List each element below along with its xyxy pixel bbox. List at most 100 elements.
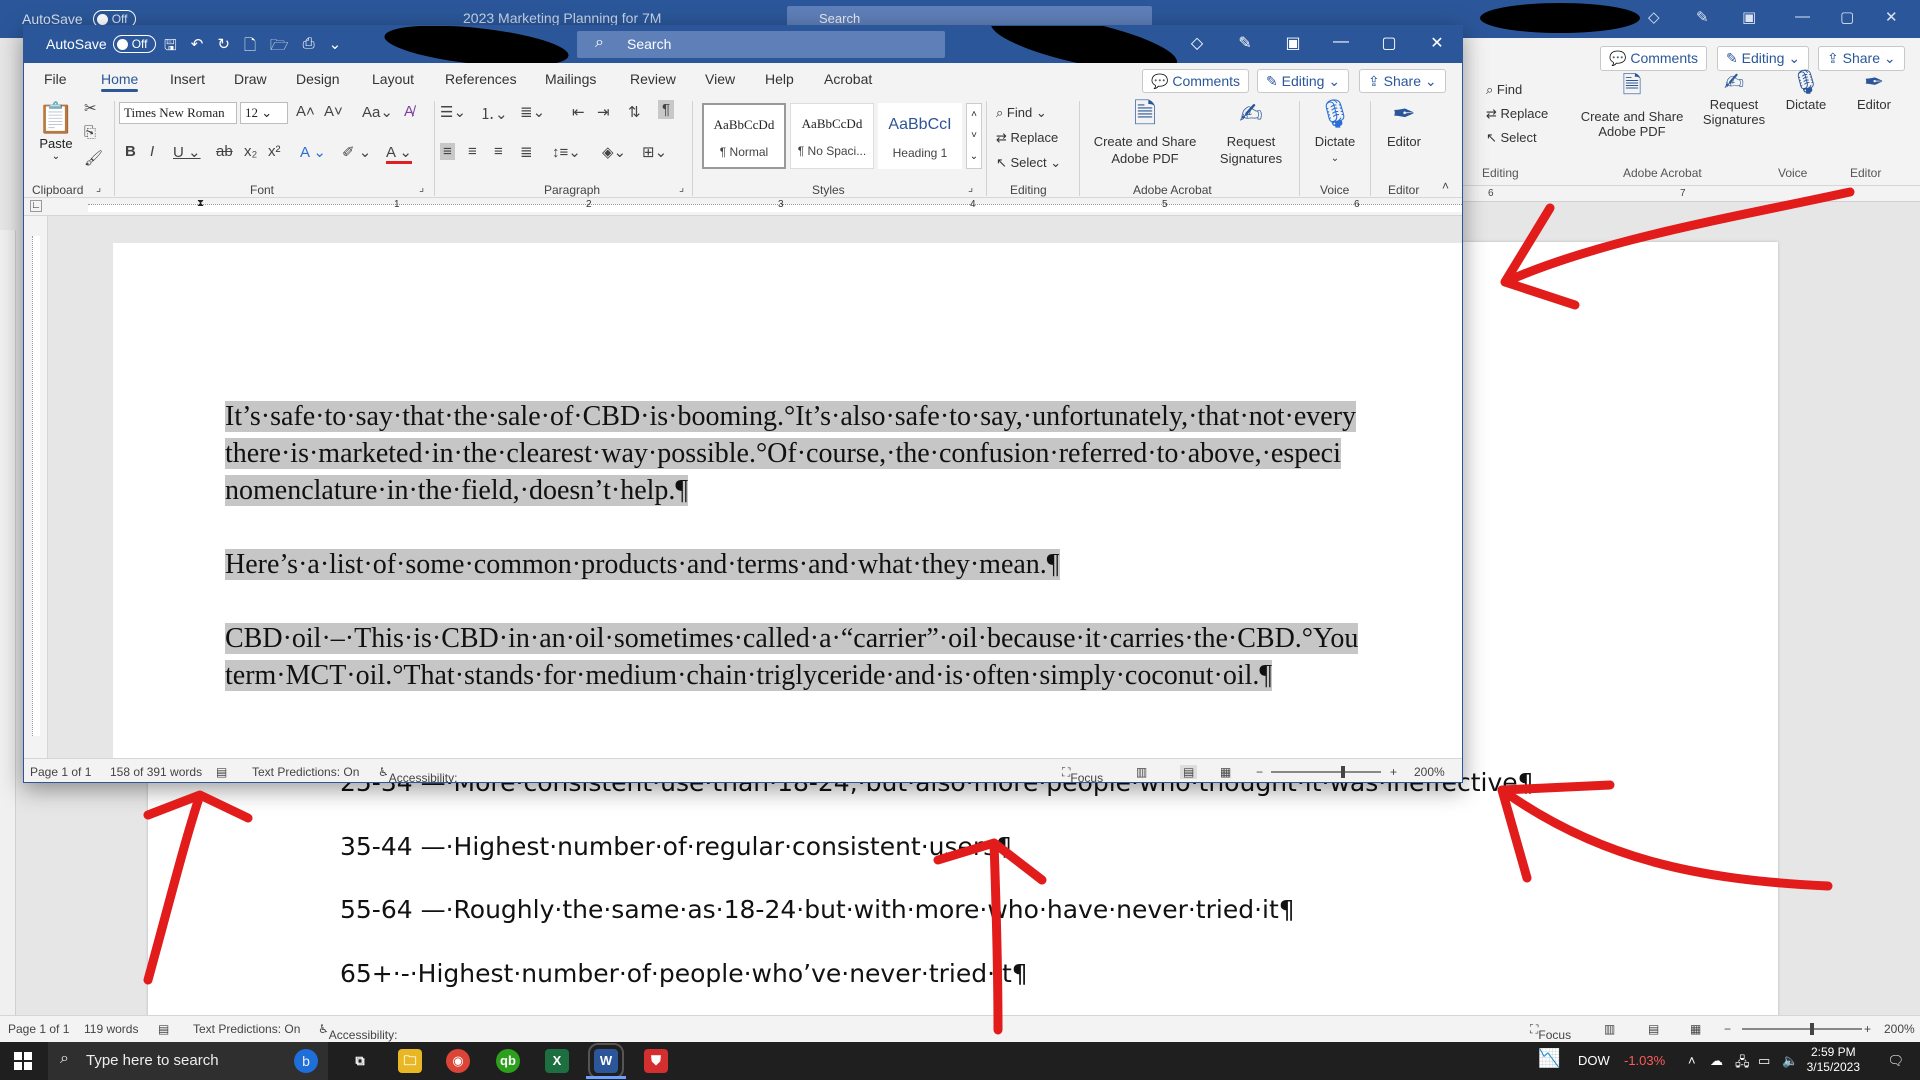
- display-icon[interactable]: ▭: [1758, 1053, 1770, 1069]
- background-replace-button[interactable]: ⇄ Replace: [1486, 106, 1548, 122]
- pen-icon[interactable]: ✎: [1234, 33, 1256, 53]
- redo-icon[interactable]: ↻: [217, 35, 230, 60]
- shrink-font-icon[interactable]: A˅: [324, 103, 343, 120]
- accessibility-status[interactable]: ♿ Accessibility: Good to go: [378, 765, 457, 782]
- autosave-toggle[interactable]: Off: [112, 35, 156, 53]
- tab-mailings[interactable]: Mailings: [545, 71, 596, 87]
- background-read-mode-icon[interactable]: ▥: [1604, 1022, 1615, 1036]
- stock-change[interactable]: -1.03%: [1624, 1053, 1665, 1068]
- cut-icon[interactable]: ✂: [84, 99, 97, 117]
- background-zoom-level[interactable]: 200%: [1884, 1022, 1915, 1036]
- close-icon[interactable]: ✕: [1426, 33, 1448, 53]
- background-ruler[interactable]: 6 7: [1460, 186, 1920, 202]
- font-color-icon[interactable]: A ⌄: [386, 143, 412, 164]
- styles-scroll[interactable]: ˄ ˅ ⌄: [966, 103, 982, 169]
- autosave-control[interactable]: AutoSave Off: [46, 35, 156, 53]
- background-page-count[interactable]: Page 1 of 1: [8, 1022, 69, 1036]
- background-proofing-icon[interactable]: ▤: [158, 1022, 169, 1036]
- background-word-count[interactable]: 119 words: [84, 1022, 138, 1036]
- clipboard-launcher-icon[interactable]: ⌟: [96, 181, 101, 194]
- background-layout-icon[interactable]: ▣: [1742, 8, 1756, 26]
- strikethrough-icon[interactable]: ab: [216, 143, 233, 160]
- document-canvas[interactable]: It’s·safe·to·say·that·the·sale·of·CBD·is…: [48, 216, 1462, 759]
- undo-icon[interactable]: ↶: [191, 35, 204, 60]
- doc-paragraph-2[interactable]: Here’s·a·list·of·some·common·products·an…: [225, 546, 1060, 583]
- print-layout-icon[interactable]: ▤: [1180, 765, 1198, 779]
- tray-expand-icon[interactable]: ˄: [1688, 1053, 1696, 1068]
- editor-button[interactable]: ✒ Editor: [1376, 95, 1432, 150]
- tab-selector-icon[interactable]: ∟: [30, 200, 42, 212]
- document-page[interactable]: It’s·safe·to·say·that·the·sale·of·CBD·is…: [113, 243, 1462, 759]
- font-name-dropdown[interactable]: Times New Roman: [119, 102, 237, 124]
- background-editor-button[interactable]: ✒ Editor: [1834, 68, 1914, 112]
- tab-help[interactable]: Help: [765, 71, 794, 87]
- increase-indent-icon[interactable]: ⇥: [597, 103, 610, 121]
- volume-icon[interactable]: 🔈: [1782, 1053, 1798, 1069]
- background-print-layout-icon[interactable]: ▤: [1648, 1022, 1659, 1036]
- sort-icon[interactable]: ⇅: [628, 103, 641, 121]
- diamond-icon[interactable]: ◇: [1186, 33, 1208, 53]
- stock-chart-icon[interactable]: 📉: [1538, 1048, 1560, 1069]
- minimize-icon[interactable]: —: [1330, 33, 1352, 53]
- dictate-button[interactable]: 🎙 Dictate ⌄: [1304, 95, 1366, 167]
- doc-paragraph-3-line-2[interactable]: term·MCT·oil.°That·stands·for·medium·cha…: [225, 657, 1273, 694]
- customize-toolbar-icon[interactable]: ⌄: [329, 35, 342, 60]
- decrease-indent-icon[interactable]: ⇤: [572, 103, 585, 121]
- highlight-color-icon[interactable]: ✐ ⌄: [342, 143, 371, 161]
- open-folder-icon[interactable]: 🗁: [270, 35, 289, 60]
- subscript-icon[interactable]: x₂: [244, 143, 257, 160]
- tab-references[interactable]: References: [445, 71, 517, 87]
- tab-design[interactable]: Design: [296, 71, 340, 87]
- task-view-icon[interactable]: ⧉: [348, 1049, 372, 1073]
- windows-start-icon[interactable]: [14, 1052, 32, 1070]
- focus-button[interactable]: ⛶ Focus: [1062, 765, 1103, 782]
- read-mode-icon[interactable]: ▥: [1136, 765, 1147, 779]
- tab-insert[interactable]: Insert: [170, 71, 205, 87]
- acrobat-icon[interactable]: ⛊: [644, 1049, 668, 1073]
- background-select-button[interactable]: ↖ Select: [1486, 130, 1537, 146]
- background-zoom-in-icon[interactable]: +: [1864, 1022, 1871, 1036]
- style-normal[interactable]: AaBbCcDd ¶ Normal: [702, 103, 786, 169]
- borders-icon[interactable]: ⊞⌄: [642, 143, 667, 161]
- page-count[interactable]: Page 1 of 1: [30, 765, 91, 779]
- background-find-button[interactable]: ⌕ Find: [1486, 82, 1522, 98]
- superscript-icon[interactable]: x²: [268, 143, 281, 160]
- tab-draw[interactable]: Draw: [234, 71, 267, 87]
- line-spacing-icon[interactable]: ↕≡⌄: [552, 143, 581, 161]
- zoom-out-icon[interactable]: −: [1256, 765, 1263, 779]
- excel-icon[interactable]: X: [545, 1049, 569, 1073]
- word-count[interactable]: 158 of 391 words: [110, 765, 202, 779]
- notifications-icon[interactable]: 🗨: [1887, 1053, 1904, 1069]
- italic-icon[interactable]: I: [150, 143, 154, 160]
- background-text-predictions[interactable]: Text Predictions: On: [193, 1022, 300, 1036]
- tab-file[interactable]: File: [44, 71, 67, 87]
- tab-review[interactable]: Review: [630, 71, 676, 87]
- tab-home[interactable]: Home: [101, 71, 139, 92]
- tab-layout[interactable]: Layout: [372, 71, 414, 87]
- print-preview-icon[interactable]: ⎙: [303, 35, 315, 60]
- underline-icon[interactable]: U ⌄: [173, 143, 201, 161]
- paragraph-launcher-icon[interactable]: ⌟: [679, 181, 684, 194]
- background-vertical-ruler[interactable]: [0, 230, 16, 1030]
- format-painter-icon[interactable]: 🖌: [84, 149, 103, 167]
- quickbooks-icon[interactable]: qb: [496, 1049, 520, 1073]
- zoom-slider[interactable]: [1271, 771, 1381, 773]
- text-effects-icon[interactable]: A ⌄: [300, 143, 326, 161]
- background-create-pdf-button[interactable]: 🗎 Create and Share Adobe PDF: [1574, 68, 1690, 139]
- editing-mode-button[interactable]: ✎ Editing ⌄: [1257, 69, 1350, 93]
- multilevel-list-icon[interactable]: ≣⌄: [520, 103, 545, 121]
- tab-view[interactable]: View: [705, 71, 735, 87]
- background-focus-button[interactable]: ⛶ Focus: [1530, 1022, 1571, 1042]
- shading-icon[interactable]: ◈⌄: [602, 143, 626, 161]
- numbering-icon[interactable]: ⒈⌄: [480, 103, 508, 124]
- bing-icon[interactable]: b: [294, 1049, 318, 1073]
- text-predictions[interactable]: Text Predictions: On: [252, 765, 359, 779]
- save-icon[interactable]: 🖫: [164, 35, 177, 60]
- doc-paragraph-1-line-3[interactable]: nomenclature·in·the·field,·doesn’t·help.…: [225, 472, 689, 509]
- align-center-icon[interactable]: ≡: [468, 143, 477, 160]
- share-button[interactable]: ⇪ Share ⌄: [1359, 69, 1446, 93]
- background-zoom-thumb[interactable]: [1810, 1023, 1814, 1035]
- indent-marker[interactable]: ⧗: [197, 198, 204, 209]
- search-box[interactable]: ⌕ Search: [577, 31, 945, 58]
- doc-paragraph-1-line-1[interactable]: It’s·safe·to·say·that·the·sale·of·CBD·is…: [225, 398, 1357, 435]
